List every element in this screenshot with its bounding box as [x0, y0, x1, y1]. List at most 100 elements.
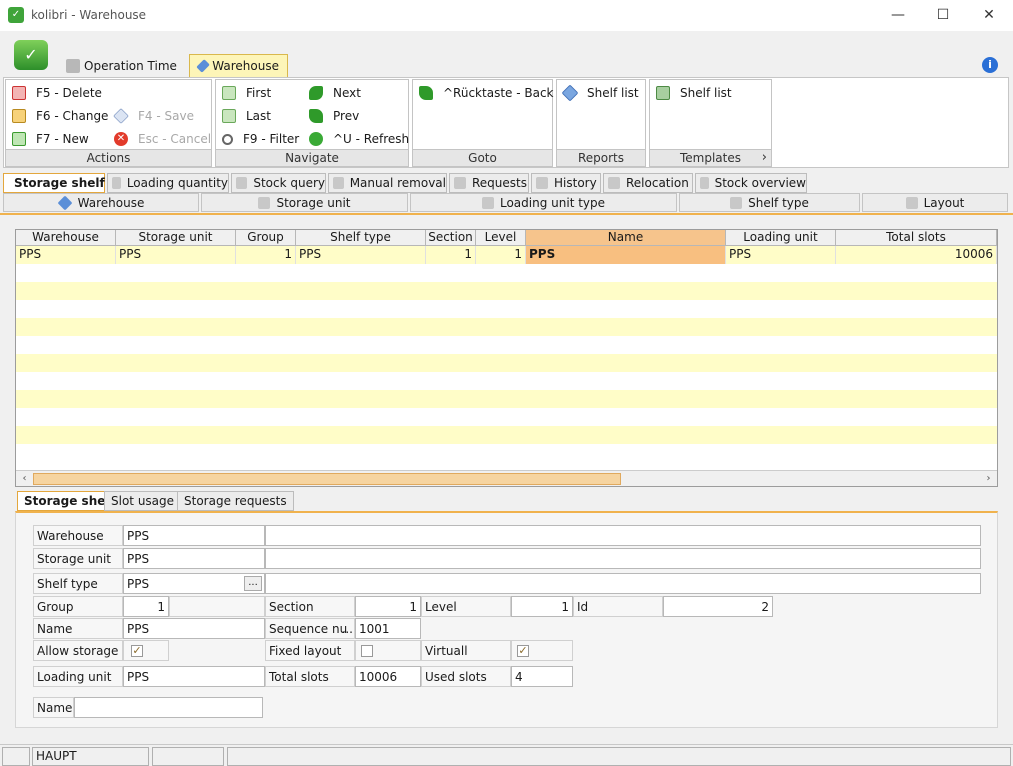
- filter-button[interactable]: F9 - Filter: [222, 129, 299, 149]
- tab-storage-shelf[interactable]: Storage shelf: [3, 173, 105, 193]
- group-field[interactable]: 1: [123, 596, 169, 617]
- empty-row: [16, 354, 997, 372]
- detail-tab-storage-requests[interactable]: Storage requests: [177, 491, 294, 511]
- name2-field[interactable]: [74, 697, 263, 718]
- status-bar: HAUPT: [0, 744, 1013, 766]
- change-button[interactable]: F6 - Change: [12, 106, 108, 126]
- empty-row: [16, 264, 997, 282]
- close-button[interactable]: ✕: [966, 0, 1012, 31]
- tab-relocation[interactable]: Relocation: [603, 173, 693, 193]
- module-tabs: Storage shelf Loading quantity Stock que…: [3, 173, 1010, 193]
- delete-button[interactable]: F5 - Delete: [12, 83, 102, 103]
- minimize-button[interactable]: —: [875, 0, 921, 31]
- first-button[interactable]: First: [222, 83, 271, 103]
- subtab-warehouse[interactable]: Warehouse: [3, 193, 199, 212]
- scrollbar-thumb[interactable]: [33, 473, 621, 485]
- id-label: Id: [573, 596, 663, 617]
- tab-label: Operation Time: [84, 58, 177, 73]
- tab-label: Manual removal: [349, 176, 446, 190]
- id-field[interactable]: 2: [663, 596, 773, 617]
- save-button[interactable]: F4 - Save: [113, 106, 194, 126]
- tab-requests[interactable]: Requests: [449, 173, 529, 193]
- new-label: F7 - New: [36, 132, 89, 146]
- fixed-layout-checkbox[interactable]: [361, 645, 373, 657]
- ribbon: F5 - Delete F6 - Change F7 - New F4 - Sa…: [3, 77, 1009, 168]
- group-templates: Shelf list Templates ›: [649, 79, 772, 167]
- loading-unit-field[interactable]: PPS: [123, 666, 265, 687]
- shelf-type-field[interactable]: PPS ...: [123, 573, 265, 594]
- add-icon: [12, 132, 26, 146]
- name-field[interactable]: PPS: [123, 618, 265, 639]
- cancel-button[interactable]: ✕ Esc - Cancel: [114, 129, 211, 149]
- shelf-type-lookup-button[interactable]: ...: [244, 576, 262, 591]
- template-icon: [656, 86, 670, 100]
- report-shelf-list-button[interactable]: Shelf list: [561, 83, 639, 103]
- scroll-right-icon[interactable]: ›: [980, 471, 997, 486]
- kolibri-logo[interactable]: ✓: [14, 40, 48, 70]
- sub-tabs: Warehouse Storage unit Loading unit type…: [3, 193, 1010, 212]
- maximize-button[interactable]: ☐: [920, 0, 966, 31]
- chevron-right-icon[interactable]: ›: [762, 150, 767, 166]
- table-row[interactable]: PPS PPS 1 PPS 1 1 PPS PPS 10006: [16, 246, 997, 264]
- column-header[interactable]: Shelf type: [296, 230, 426, 246]
- tab-history[interactable]: History: [531, 173, 601, 193]
- kolibri-app-icon: ✓: [8, 7, 24, 23]
- tab-stock-query[interactable]: Stock query: [231, 173, 326, 193]
- info-icon[interactable]: i: [982, 57, 998, 73]
- warehouse-field[interactable]: PPS: [123, 525, 265, 546]
- subtab-layout[interactable]: Layout: [862, 193, 1008, 212]
- template-shelf-list-button[interactable]: Shelf list: [656, 83, 732, 103]
- tab-warehouse[interactable]: Warehouse: [189, 54, 288, 77]
- shelf-type-value: PPS: [127, 577, 150, 591]
- detail-tab-slot-usage[interactable]: Slot usage: [104, 491, 182, 511]
- new-button[interactable]: F7 - New: [12, 129, 89, 149]
- tab-label: Requests: [472, 176, 527, 190]
- subtab-label: Storage unit: [276, 195, 351, 210]
- column-header[interactable]: Level: [476, 230, 526, 246]
- tab-operation-time[interactable]: Operation Time: [58, 54, 185, 77]
- scroll-left-icon[interactable]: ‹: [16, 471, 33, 486]
- sequence-field[interactable]: 1001: [355, 618, 421, 639]
- tab-label: Warehouse: [212, 59, 279, 73]
- column-header[interactable]: Storage unit: [116, 230, 236, 246]
- sequence-lookup-button[interactable]: ...: [342, 619, 353, 638]
- horizontal-scrollbar[interactable]: ‹ ›: [16, 470, 997, 486]
- total-slots-field[interactable]: 10006: [355, 666, 421, 687]
- level-label: Level: [421, 596, 511, 617]
- used-slots-field[interactable]: 4: [511, 666, 573, 687]
- tab-stock-overview[interactable]: Stock overview: [695, 173, 807, 193]
- shelf-type-description-field[interactable]: [265, 573, 981, 594]
- section-field[interactable]: 1: [355, 596, 421, 617]
- level-field[interactable]: 1: [511, 596, 573, 617]
- next-button[interactable]: Next: [309, 83, 361, 103]
- table-cell: PPS: [526, 246, 726, 264]
- storage-shelf-grid[interactable]: Warehouse Storage unit Group Shelf type …: [15, 229, 998, 487]
- name2-label: Name: [33, 697, 74, 718]
- column-header[interactable]: Name: [526, 230, 726, 246]
- subtab-loading-unit-type[interactable]: Loading unit type: [410, 193, 677, 212]
- column-header[interactable]: Warehouse: [16, 230, 116, 246]
- storage-unit-field[interactable]: PPS: [123, 548, 265, 569]
- storage-unit-description-field[interactable]: [265, 548, 981, 569]
- prev-arrow-icon: [309, 109, 323, 123]
- empty-row: [16, 444, 997, 462]
- column-header[interactable]: Group: [236, 230, 296, 246]
- allow-storage-checkbox[interactable]: ✓: [131, 645, 143, 657]
- refresh-button[interactable]: ^U - Refresh: [309, 129, 409, 149]
- subtab-storage-unit[interactable]: Storage unit: [201, 193, 408, 212]
- tab-manual-removal[interactable]: Manual removal: [328, 173, 447, 193]
- tab-loading-quantity[interactable]: Loading quantity: [107, 173, 229, 193]
- prev-button[interactable]: Prev: [309, 106, 359, 126]
- column-header[interactable]: Total slots: [836, 230, 997, 246]
- column-header[interactable]: Section: [426, 230, 476, 246]
- back-button[interactable]: ^Rücktaste - Back: [419, 83, 554, 103]
- tab-label: Stock overview: [714, 176, 806, 190]
- virtual-checkbox[interactable]: ✓: [517, 645, 529, 657]
- subtab-shelf-type[interactable]: Shelf type: [679, 193, 860, 212]
- last-button[interactable]: Last: [222, 106, 271, 126]
- prev-label: Prev: [333, 109, 360, 123]
- virtual-cell: ✓: [511, 640, 573, 661]
- warehouse-description-field[interactable]: [265, 525, 981, 546]
- change-label: F6 - Change: [36, 109, 109, 123]
- column-header[interactable]: Loading unit: [726, 230, 836, 246]
